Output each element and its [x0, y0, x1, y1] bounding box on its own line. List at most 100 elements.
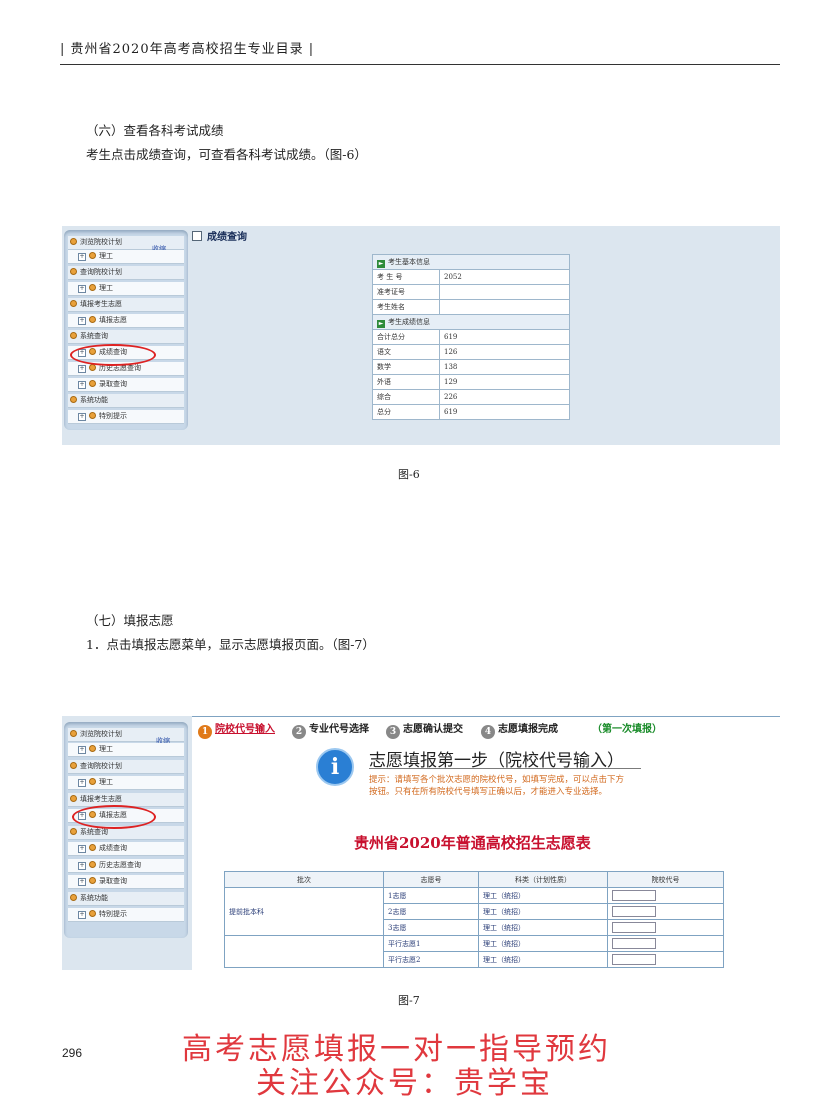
- orange-dot-icon: [70, 396, 77, 403]
- orange-dot-icon: [70, 332, 77, 339]
- notice-divider: [369, 768, 641, 769]
- table-row: 准考证号: [372, 284, 570, 300]
- school-code-input[interactable]: [612, 906, 656, 917]
- score-page-title: 成绩查询: [192, 228, 247, 243]
- sidebar-item-notice[interactable]: + 特别提示: [68, 908, 184, 922]
- expand-icon: +: [78, 878, 86, 886]
- school-code-input[interactable]: [612, 954, 656, 965]
- orange-dot-icon: [89, 252, 96, 259]
- sidebar-menu: 浏览院校计划 收缩 + 理工 查询院校计划 + 理工 填报考生志愿 + 填报志愿 系统…: [64, 230, 188, 430]
- table-row: 平行志愿1 理工（统招）: [224, 935, 724, 968]
- sidebar-item-notice[interactable]: + 特别提示: [68, 410, 184, 424]
- orange-dot-icon: [70, 268, 77, 275]
- sidebar-item-browse-plan[interactable]: 浏览院校计划: [68, 236, 184, 250]
- orange-dot-icon: [89, 861, 96, 868]
- table-row: 外语 129: [372, 374, 570, 390]
- sidebar-item-query-plan[interactable]: 查询院校计划: [68, 760, 184, 774]
- step-1-icon: 1: [198, 725, 212, 739]
- score-table: ► 考生基本信息 考 生 号 2052 准考证号 考生姓名 ► 考生成绩信息 合计总分…: [372, 254, 570, 420]
- orange-dot-icon: [70, 762, 77, 769]
- expand-icon: +: [78, 845, 86, 853]
- page-number: 296: [62, 1046, 83, 1060]
- expand-icon: +: [78, 285, 86, 293]
- orange-dot-icon: [89, 284, 96, 291]
- sidebar-item-science[interactable]: + 理工: [68, 250, 184, 264]
- batch-cell-empty: [224, 935, 384, 968]
- sidebar-item-fill[interactable]: + 填报志愿: [68, 314, 184, 328]
- step-3: 3 志愿确认提交: [386, 720, 463, 739]
- orange-dot-icon: [70, 828, 77, 835]
- orange-dot-icon: [70, 300, 77, 307]
- table-header-row: 批次 志愿号 科类（计划性质） 院校代号: [224, 871, 724, 888]
- col-batch: 批次: [224, 871, 384, 888]
- table-row: 总分 619: [372, 404, 570, 420]
- expand-icon: +: [78, 911, 86, 919]
- basic-info-header: ► 考生基本信息: [372, 254, 570, 270]
- section7-text: 1．点击填报志愿菜单，显示志愿填报页面。（图-7）: [86, 637, 375, 652]
- sidebar-item-system-func[interactable]: 系统功能: [68, 892, 184, 906]
- sidebar-item-science[interactable]: + 理工: [68, 776, 184, 790]
- sidebar-item-admission[interactable]: + 录取查询: [68, 378, 184, 392]
- orange-dot-icon: [89, 745, 96, 752]
- school-code-input[interactable]: [612, 922, 656, 933]
- score-info-header: ► 考生成绩信息: [372, 314, 570, 330]
- table-row: 数学 138: [372, 359, 570, 375]
- orange-dot-icon: [89, 380, 96, 387]
- sidebar-item-score-query[interactable]: + 成绩查询: [68, 842, 184, 856]
- orange-dot-icon: [70, 795, 77, 802]
- section6-heading: （六）查看各科考试成绩: [86, 123, 224, 138]
- expand-icon: +: [78, 862, 86, 870]
- expand-icon: +: [78, 381, 86, 389]
- orange-dot-icon: [89, 844, 96, 851]
- table-row: 合计总分 619: [372, 329, 570, 345]
- running-header: | 贵州省2020年高考高校招生专业目录 |: [60, 42, 315, 57]
- step-4-icon: 4: [481, 725, 495, 739]
- sidebar-item-fill-wish[interactable]: 填报考生志愿: [68, 298, 184, 312]
- sidebar-item-system-query[interactable]: 系统查询: [68, 330, 184, 344]
- table-row: 综合 226: [372, 389, 570, 405]
- step-2: 2 专业代号选择: [292, 720, 369, 739]
- col-type: 科类（计划性质）: [478, 871, 608, 888]
- sidebar-item-query-plan[interactable]: 查询院校计划: [68, 266, 184, 280]
- expand-icon: +: [78, 253, 86, 261]
- table-row: 提前批本科 1志愿 理工（统招）: [224, 887, 724, 936]
- step-2-icon: 2: [292, 725, 306, 739]
- orange-dot-icon: [89, 877, 96, 884]
- section7-heading: （七）填报志愿: [86, 613, 174, 628]
- arrow-right-icon: ►: [377, 319, 385, 328]
- step-1[interactable]: 1 院校代号输入: [198, 720, 275, 739]
- col-school-code: 院校代号: [607, 871, 724, 888]
- sidebar-item-history[interactable]: + 历史志愿查询: [68, 859, 184, 873]
- first-fill-note: （第一次填报）: [592, 724, 662, 735]
- table-row: 考 生 号 2052: [372, 269, 570, 285]
- figure7-caption: 图-7: [398, 994, 420, 1007]
- orange-dot-icon: [70, 894, 77, 901]
- expand-icon: +: [78, 413, 86, 421]
- orange-dot-icon: [89, 412, 96, 419]
- highlight-ellipse: [72, 805, 156, 829]
- step-4: 4 志愿填报完成: [481, 720, 558, 739]
- orange-dot-icon: [89, 778, 96, 785]
- wish-form-table: 批次 志愿号 科类（计划性质） 院校代号 提前批本科 1志愿 理工（统招） 2志愿…: [224, 871, 724, 968]
- sidebar-item-science[interactable]: + 理工: [68, 743, 184, 757]
- expand-icon: +: [78, 317, 86, 325]
- header-rule: [60, 64, 780, 65]
- table-row: 语文 126: [372, 344, 570, 360]
- school-code-input[interactable]: [612, 890, 656, 901]
- sidebar-item-admission[interactable]: + 录取查询: [68, 875, 184, 889]
- batch-cell: 提前批本科: [224, 887, 384, 936]
- sidebar-menu: 浏览院校计划 收缩 + 理工 查询院校计划 + 理工 填报考生志愿 + 填报志愿 系统…: [64, 722, 188, 938]
- orange-dot-icon: [70, 730, 77, 737]
- col-wish-no: 志愿号: [383, 871, 479, 888]
- section6-text: 考生点击成绩查询，可查看各科考试成绩。（图-6）: [86, 147, 367, 162]
- watermark-line2: 关注公众号：贵学宝: [256, 1066, 553, 1101]
- school-code-input[interactable]: [612, 938, 656, 949]
- page-icon: [192, 231, 202, 241]
- table-row: 考生姓名: [372, 299, 570, 315]
- sidebar-item-system-func[interactable]: 系统功能: [68, 394, 184, 408]
- figure6-caption: 图-6: [398, 468, 420, 481]
- sidebar-item-science[interactable]: + 理工: [68, 282, 184, 296]
- highlight-ellipse: [70, 344, 156, 366]
- expand-icon: +: [78, 365, 86, 373]
- notice-tip: 提示：请填写各个批次志愿的院校代号，如填写完成，可以点击下方按钮。只有在所有院校…: [369, 775, 625, 797]
